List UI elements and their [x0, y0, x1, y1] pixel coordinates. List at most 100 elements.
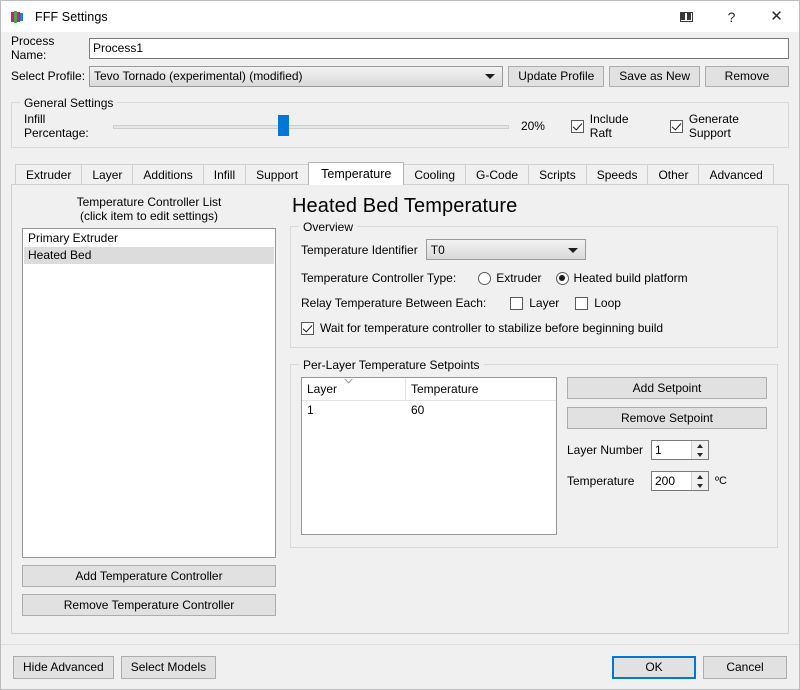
- tab-advanced[interactable]: Advanced: [698, 164, 774, 184]
- list-caption-line1: Temperature Controller List: [76, 195, 222, 209]
- fff-app-icon: [11, 10, 23, 23]
- wait-stabilize-checkbox[interactable]: Wait for temperature controller to stabi…: [301, 321, 663, 335]
- tab-scripts[interactable]: Scripts: [528, 164, 587, 184]
- tab-cooling[interactable]: Cooling: [403, 164, 467, 184]
- layer-number-stepper[interactable]: 1: [651, 440, 709, 460]
- per-layer-setpoints-title: Per-Layer Temperature Setpoints: [299, 358, 484, 372]
- tab-infill[interactable]: Infill: [202, 164, 247, 184]
- slider-thumb[interactable]: [278, 115, 290, 136]
- temperature-controller-panel: Temperature Controller List (click item …: [22, 195, 276, 623]
- update-profile-button[interactable]: Update Profile: [508, 65, 605, 87]
- temperature-stepper[interactable]: 200: [651, 471, 709, 491]
- infill-percentage-label: Infill Percentage:: [24, 112, 89, 140]
- restore-window-button[interactable]: [664, 1, 709, 32]
- tab-g-code[interactable]: G-Code: [465, 164, 530, 184]
- chevron-down-icon: [567, 247, 578, 253]
- list-item[interactable]: Heated Bed: [24, 247, 274, 264]
- stepper-arrows: [691, 441, 708, 459]
- checkbox-icon: [301, 321, 314, 335]
- general-settings-row: Infill Percentage: 20% Include Raft Gene…: [12, 103, 788, 149]
- temperature-tab-panel: Temperature Controller List (click item …: [11, 184, 789, 634]
- profile-select[interactable]: Tevo Tornado (experimental) (modified): [89, 65, 504, 87]
- window-title: FFF Settings: [35, 9, 108, 24]
- radio-extruder-label: Extruder: [496, 271, 542, 285]
- process-name-row: Process Name:: [11, 34, 789, 62]
- temperature-identifier-label: Temperature Identifier: [301, 242, 418, 257]
- column-header-temperature[interactable]: Temperature: [406, 378, 556, 400]
- tab-other[interactable]: Other: [647, 164, 700, 184]
- process-name-input[interactable]: [89, 37, 789, 59]
- temperature-identifier-select[interactable]: T0: [425, 239, 586, 260]
- remove-profile-button[interactable]: Remove: [705, 65, 789, 87]
- remove-setpoint-button[interactable]: Remove Setpoint: [567, 407, 767, 429]
- footer-left-buttons: Hide Advanced Select Models: [13, 655, 217, 679]
- temperature-identifier-row: Temperature Identifier T0: [301, 239, 767, 260]
- temperature-identifier-value: T0: [430, 242, 445, 257]
- stepper-up-icon[interactable]: [692, 441, 708, 450]
- setpoints-table-header: Layer Temperature: [302, 378, 556, 401]
- table-row[interactable]: 1 60: [302, 401, 556, 420]
- tab-extruder[interactable]: Extruder: [15, 164, 83, 184]
- stepper-down-icon[interactable]: [692, 450, 708, 459]
- cell-layer: 1: [307, 403, 314, 417]
- radio-heated-build-platform-label: Heated build platform: [573, 271, 688, 285]
- cancel-button[interactable]: Cancel: [703, 655, 787, 679]
- remove-temperature-controller-button[interactable]: Remove Temperature Controller: [22, 594, 276, 616]
- layer-number-label: Layer Number: [567, 443, 644, 457]
- overview-title: Overview: [299, 220, 358, 234]
- radio-heated-build-platform[interactable]: Heated build platform: [555, 271, 688, 285]
- close-button[interactable]: ✕: [754, 1, 799, 32]
- add-temperature-controller-button[interactable]: Add Temperature Controller: [22, 565, 276, 587]
- temperature-controller-list[interactable]: Primary Extruder Heated Bed: [22, 228, 276, 558]
- temperature-value[interactable]: 200: [652, 472, 691, 490]
- include-raft-checkbox[interactable]: Include Raft: [570, 112, 648, 140]
- generate-support-checkbox[interactable]: Generate Support: [669, 112, 776, 140]
- chevron-down-icon: [485, 74, 496, 79]
- radio-extruder[interactable]: Extruder: [478, 271, 542, 285]
- relay-temperature-row: Relay Temperature Between Each: Layer Lo…: [301, 296, 767, 310]
- tab-layer[interactable]: Layer: [81, 164, 134, 184]
- infill-percentage-slider[interactable]: [112, 115, 509, 136]
- save-as-new-button[interactable]: Save as New: [609, 65, 700, 87]
- select-models-button[interactable]: Select Models: [120, 655, 217, 679]
- checkbox-icon: [575, 296, 589, 310]
- footer-right-buttons: OK Cancel: [612, 655, 787, 679]
- help-button[interactable]: ?: [709, 1, 754, 32]
- stepper-down-icon[interactable]: [692, 481, 708, 490]
- wait-stabilize-label: Wait for temperature controller to stabi…: [320, 321, 664, 335]
- column-header-layer[interactable]: Layer: [302, 378, 406, 400]
- controller-list-buttons: Add Temperature Controller Remove Temper…: [22, 565, 276, 623]
- stepper-up-icon[interactable]: [692, 472, 708, 481]
- tab-support[interactable]: Support: [245, 164, 310, 184]
- relay-layer-label: Layer: [529, 296, 560, 310]
- layer-number-row: Layer Number 1: [567, 440, 767, 460]
- help-icon: ?: [727, 8, 736, 25]
- tab-temperature[interactable]: Temperature: [308, 162, 405, 185]
- list-caption-line2: (click item to edit settings): [79, 209, 219, 223]
- relay-loop-checkbox[interactable]: Loop: [575, 296, 621, 310]
- controller-type-label: Temperature Controller Type:: [301, 271, 457, 285]
- checkbox-icon: [510, 296, 524, 310]
- relay-layer-checkbox[interactable]: Layer: [510, 296, 559, 310]
- restore-icon: [680, 11, 693, 22]
- hide-advanced-button[interactable]: Hide Advanced: [13, 655, 114, 679]
- fff-settings-window: FFF Settings ? ✕ Process Name: Select Pr…: [0, 0, 800, 690]
- controller-type-row: Temperature Controller Type: Extruder He…: [301, 271, 767, 285]
- per-layer-setpoints-group: Per-Layer Temperature Setpoints Layer Te…: [290, 358, 778, 548]
- generate-support-label: Generate Support: [688, 112, 739, 140]
- setpoints-table[interactable]: Layer Temperature 1 60: [301, 377, 557, 535]
- layer-number-value[interactable]: 1: [652, 441, 691, 459]
- slider-track: [112, 125, 509, 129]
- temperature-setpoint-label: Temperature: [567, 474, 635, 488]
- process-name-label: Process Name:: [11, 34, 55, 62]
- page-title: Heated Bed Temperature: [292, 195, 518, 217]
- ok-button[interactable]: OK: [612, 655, 696, 679]
- add-setpoint-button[interactable]: Add Setpoint: [567, 377, 767, 399]
- tab-additions[interactable]: Additions: [132, 164, 204, 184]
- tab-speeds[interactable]: Speeds: [585, 164, 649, 184]
- tab-strip: Extruder Layer Additions Infill Support Tempe…: [11, 162, 789, 185]
- profile-select-value: Tevo Tornado (experimental) (modified): [94, 69, 303, 83]
- list-item[interactable]: Primary Extruder: [24, 230, 274, 247]
- general-settings-group: General Settings Infill Percentage: 20% …: [11, 96, 789, 149]
- temperature-details-panel: Heated Bed Temperature Overview Temperat…: [290, 195, 778, 623]
